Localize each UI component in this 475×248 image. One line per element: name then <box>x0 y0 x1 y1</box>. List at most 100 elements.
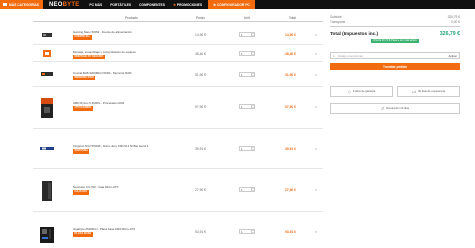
stepper-arrows-icon[interactable]: ▴ ▾ <box>251 188 254 192</box>
quantity-stepper[interactable]: 1 ▴ ▾ <box>239 187 255 192</box>
stepper-arrows-icon[interactable]: ▴ ▾ <box>251 230 254 234</box>
site-logo[interactable]: NEOBYTE <box>43 2 85 8</box>
line-total: 14,90 € <box>285 33 296 37</box>
ssd-icon <box>40 147 54 150</box>
cart-row: NeoCase CX-700 - Caja Micro-ATX CAJA ATX… <box>33 169 323 212</box>
product-price: 53,91 € <box>195 230 206 234</box>
product-price: 48,40 € <box>195 52 206 56</box>
nav-item-promotions-label: PROMOCIONES <box>176 2 203 7</box>
summary-divider <box>330 26 460 27</box>
header-price: Precio <box>196 16 206 20</box>
line-total: 97,90 € <box>285 105 296 109</box>
product-price: 27,90 € <box>195 188 206 192</box>
product-name[interactable]: Kingston NV2 500GB - Disco duro SSD M.2 … <box>73 144 148 148</box>
warranty-label: 3 años de garantía <box>352 90 376 93</box>
trash-icon[interactable]: × <box>315 105 317 109</box>
cpu-box-icon <box>41 98 53 118</box>
menu-icon <box>3 3 7 6</box>
line-total: 48,40 € <box>285 52 296 56</box>
quantity-stepper[interactable]: 1 ▴ ▾ <box>239 229 255 234</box>
logo-accent: BYTE <box>62 1 80 8</box>
coupon-field[interactable]: ⌖ Código promocional Aplicar <box>330 52 460 59</box>
cart-row: Montaje, ensamblaje y comprobación de eq… <box>33 45 323 62</box>
top-navigation: MÁS CATEGORÍAS NEOBYTE PC MÁS PORTÁTILES… <box>0 0 475 9</box>
trash-icon[interactable]: × <box>315 147 317 151</box>
trash-icon[interactable]: × <box>315 188 317 192</box>
pc-case-icon <box>42 181 52 201</box>
features-row: ◇ 3 años de garantía 👍︎ 30 días de exper… <box>330 86 460 97</box>
coupon-input[interactable]: Código promocional <box>338 54 449 58</box>
returns-label: Devolución 14 días <box>386 107 410 110</box>
total-label: Total (Impuestos inc.) <box>330 31 379 36</box>
stepper-arrows-icon[interactable]: ▴ ▾ <box>251 147 254 151</box>
nav-item-components[interactable]: COMPONENTES <box>135 3 169 7</box>
assembly-service-icon <box>43 50 51 57</box>
experience-feature: 👍︎ 30 días de experiencia <box>397 86 460 97</box>
power-supply-icon <box>42 33 52 37</box>
product-name[interactable]: Gaming Nano 500W - Fuente de alimentació… <box>73 30 132 34</box>
star-icon: ★ <box>213 2 216 7</box>
quantity-value: 1 <box>241 104 243 109</box>
savings-badge: Ahorrá 26,73 € Pasa a ser más activo <box>371 38 419 43</box>
checkout-button[interactable]: Tramitar pedido <box>330 63 460 70</box>
shipping-label: Transporte <box>330 19 346 24</box>
quantity-value: 1 <box>241 72 243 77</box>
trash-icon[interactable]: × <box>315 33 317 37</box>
trash-icon[interactable]: × <box>315 73 317 77</box>
configurator-button[interactable]: ★ CONFIGURADOR PC <box>208 0 255 9</box>
total-line: Total (Impuestos inc.) 326,79 € <box>330 31 460 37</box>
tag-icon: ⌖ <box>333 53 335 58</box>
stepper-arrows-icon[interactable]: ▴ ▾ <box>251 105 254 109</box>
product-name[interactable]: AMD Ryzen 5 4600G - Procesador AM4 <box>73 101 124 105</box>
product-name[interactable]: NeoCase CX-700 - Caja Micro-ATX <box>73 185 118 189</box>
product-name[interactable]: Crucial 8GB 3200MHz DDR4 - Memoria RAM <box>73 71 131 75</box>
product-badge: FUENTE 80+ <box>73 35 92 40</box>
return-arrow-icon: ↺ <box>380 106 385 111</box>
quantity-stepper[interactable]: 1 ▴ ▾ <box>239 104 255 109</box>
shipping-value: 0,00 € <box>451 19 460 24</box>
line-total: 27,90 € <box>285 188 296 192</box>
trash-icon[interactable]: × <box>315 52 317 56</box>
cart-row: Crucial 8GB 3200MHz DDR4 - Memoria RAM M… <box>33 62 323 87</box>
stepper-arrows-icon[interactable]: ▴ ▾ <box>251 73 254 77</box>
quantity-value: 1 <box>241 51 243 56</box>
nav-item-laptops[interactable]: PORTÁTILES <box>106 3 135 7</box>
shipping-line: Transporte 0,00 € <box>330 20 460 25</box>
warranty-feature: ◇ 3 años de garantía <box>330 86 393 97</box>
product-badge: MONTAJE PC SEGURO <box>73 54 105 59</box>
cart-row: Gaming Nano 500W - Fuente de alimentació… <box>33 22 323 45</box>
quantity-value: 1 <box>241 229 243 234</box>
quantity-value: 1 <box>241 32 243 37</box>
quantity-stepper[interactable]: 1 ▴ ▾ <box>239 51 255 56</box>
nav-item-pc[interactable]: PC MÁS <box>85 3 106 7</box>
more-categories-label: MÁS CATEGORÍAS <box>9 2 39 7</box>
product-price: 14,90 € <box>195 33 206 37</box>
nav-item-promotions[interactable]: ★PROMOCIONES <box>169 3 206 7</box>
cart-row: Gigabyte A520M-H - Placa base AM4 Micro-… <box>33 212 323 248</box>
experience-label: 30 días de experiencia <box>418 90 446 93</box>
stepper-arrows-icon[interactable]: ▴ ▾ <box>251 33 254 37</box>
more-categories-button[interactable]: MÁS CATEGORÍAS <box>0 0 43 9</box>
product-badge: CAJA ATX <box>73 190 89 195</box>
thumbs-up-icon: 👍︎ <box>411 88 417 94</box>
product-badge: MEMORIA RAM <box>73 75 96 80</box>
quantity-stepper[interactable]: 1 ▴ ▾ <box>239 146 255 151</box>
product-price: 39,91 € <box>195 147 206 151</box>
trash-icon[interactable]: × <box>315 230 317 234</box>
product-price: 97,90 € <box>195 105 206 109</box>
configurator-label: CONFIGURADOR PC <box>217 2 250 7</box>
header-product: Producto <box>125 16 138 20</box>
stepper-arrows-icon[interactable]: ▴ ▾ <box>251 52 254 56</box>
product-badge: SSD NVMe <box>73 149 90 154</box>
header-total: Total <box>289 16 296 20</box>
shield-icon: ◇ <box>347 89 351 94</box>
quantity-stepper[interactable]: 1 ▴ ▾ <box>239 72 255 77</box>
product-badge: CPU/GAMING <box>73 106 93 111</box>
product-name[interactable]: Montaje, ensamblaje y comprobación de eq… <box>73 50 136 54</box>
header-qty: Unit. <box>244 16 251 20</box>
product-name[interactable]: Gigabyte A520M-H - Placa base AM4 Micro-… <box>73 227 135 231</box>
apply-coupon-button[interactable]: Aplicar <box>448 54 457 58</box>
quantity-stepper[interactable]: 1 ▴ ▾ <box>239 32 255 37</box>
total-value: 326,79 € <box>439 30 460 37</box>
line-total: 39,91 € <box>285 147 296 151</box>
